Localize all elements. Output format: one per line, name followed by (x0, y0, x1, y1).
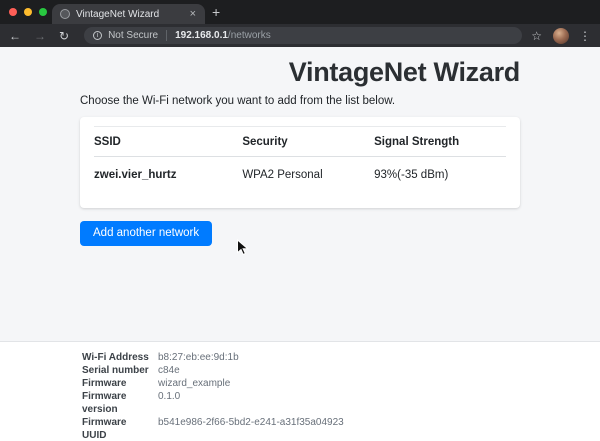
firmware-value: wizard_example (158, 378, 231, 389)
networks-table: SSID Security Signal Strength zwei.vier_… (94, 126, 506, 181)
main-area: VintageNet Wizard Choose the Wi-Fi netwo… (0, 47, 600, 341)
device-info-footer: Wi-Fi Address b8:27:eb:ee:9d:1b Serial n… (0, 341, 600, 441)
page-content: VintageNet Wizard Choose the Wi-Fi netwo… (0, 47, 600, 441)
firmware-version-label: Firmware version (82, 391, 127, 415)
header-ssid: SSID (94, 126, 243, 157)
window-controls (9, 8, 47, 16)
intro-text: Choose the Wi-Fi network you want to add… (80, 95, 396, 107)
header-signal-strength: Signal Strength (374, 126, 506, 157)
page-title: VintageNet Wizard (288, 57, 521, 87)
table-header-row: SSID Security Signal Strength (94, 126, 506, 157)
firmware-uuid-value: b541e986-2f66-5bd2-e241-a31f35a04923 (158, 417, 344, 428)
browser-titlebar: VintageNet Wizard × + (0, 0, 600, 24)
info-row: Wi-Fi Address b8:27:eb:ee:9d:1b (82, 351, 600, 364)
url-host: 192.168.0.1 (175, 30, 228, 41)
wifi-address-value: b8:27:eb:ee:9d:1b (158, 352, 239, 363)
firmware-label: Firmware (82, 378, 127, 389)
tab-close-icon[interactable]: × (189, 8, 197, 20)
close-window-button[interactable] (9, 8, 17, 16)
networks-card: SSID Security Signal Strength zwei.vier_… (80, 117, 520, 208)
network-security: WPA2 Personal (242, 169, 323, 181)
omnibox-divider (166, 30, 168, 41)
security-status: Not Secure (108, 30, 159, 41)
serial-number-value: c84e (158, 365, 180, 376)
zoom-window-button[interactable] (39, 8, 47, 16)
url-path: /networks (227, 30, 271, 41)
firmware-version-value: 0.1.0 (158, 391, 181, 402)
info-row: Firmware version 0.1.0 (82, 390, 600, 416)
tab-title: VintageNet Wizard (76, 8, 160, 20)
address-bar[interactable]: i Not Secure 192.168.0.1/networks (84, 27, 523, 44)
back-icon[interactable]: ← (9, 30, 21, 42)
bookmark-star-icon[interactable]: ☆ (531, 30, 542, 42)
wifi-address-label: Wi-Fi Address (82, 352, 149, 363)
header-security: Security (242, 126, 375, 157)
profile-avatar[interactable] (553, 27, 569, 44)
info-row: Firmware wizard_example (82, 377, 600, 390)
page-info-icon[interactable]: i (93, 31, 103, 40)
info-row: Serial number c84e (82, 364, 600, 377)
network-ssid[interactable]: zwei.vier_hurtz (94, 157, 242, 181)
add-another-network-button[interactable]: Add another network (80, 221, 213, 246)
forward-icon[interactable]: → (34, 30, 46, 42)
firmware-uuid-label: Firmware UUID (82, 417, 127, 441)
new-tab-button[interactable]: + (212, 3, 220, 21)
browser-menu-icon[interactable]: ⋮ (579, 30, 591, 42)
browser-tab[interactable]: VintageNet Wizard × (52, 4, 205, 24)
network-row[interactable]: zwei.vier_hurtz WPA2 Personal 93%(-35 dB… (94, 157, 506, 181)
page-url: 192.168.0.1/networks (175, 30, 271, 41)
info-row: Firmware UUID b541e986-2f66-5bd2-e241-a3… (82, 416, 600, 441)
tab-favicon-icon (60, 9, 70, 19)
reload-icon[interactable]: ↻ (59, 30, 69, 42)
minimize-window-button[interactable] (24, 8, 32, 16)
browser-toolbar: ← → ↻ i Not Secure 192.168.0.1/networks … (0, 24, 600, 47)
network-signal: 93%(-35 dBm) (374, 169, 449, 181)
serial-number-label: Serial number (82, 365, 149, 376)
browser-window: VintageNet Wizard × + ← → ↻ i Not Secure… (0, 0, 600, 441)
